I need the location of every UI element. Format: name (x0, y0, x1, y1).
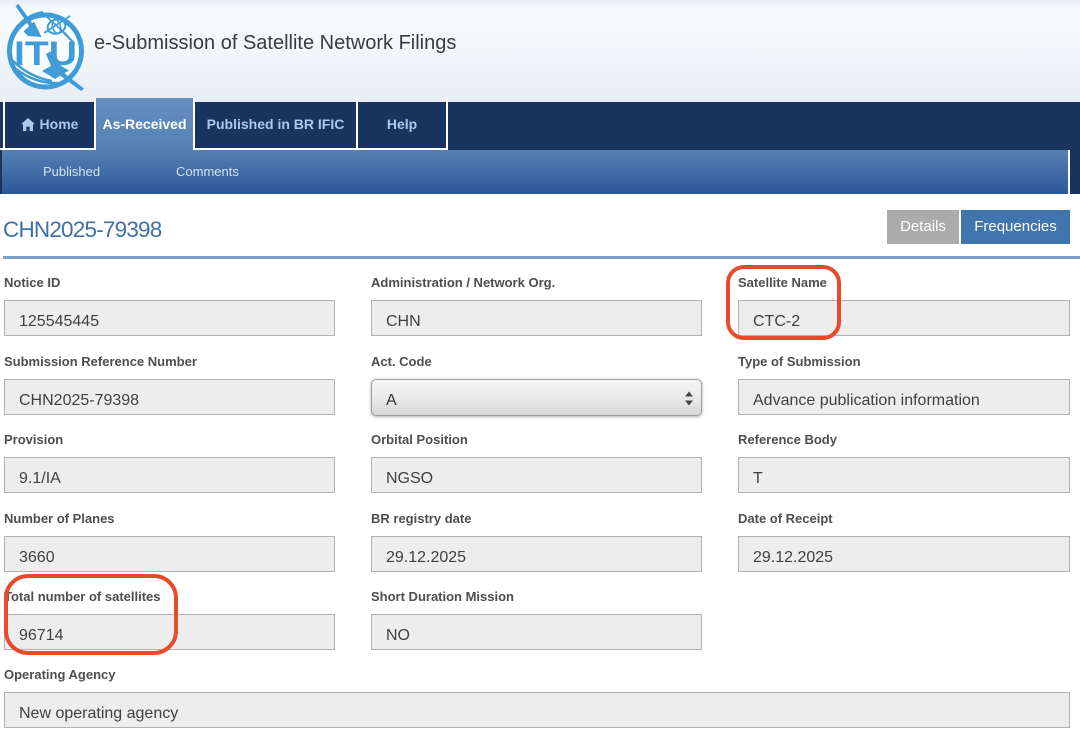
svg-text:ITU: ITU (14, 35, 77, 73)
